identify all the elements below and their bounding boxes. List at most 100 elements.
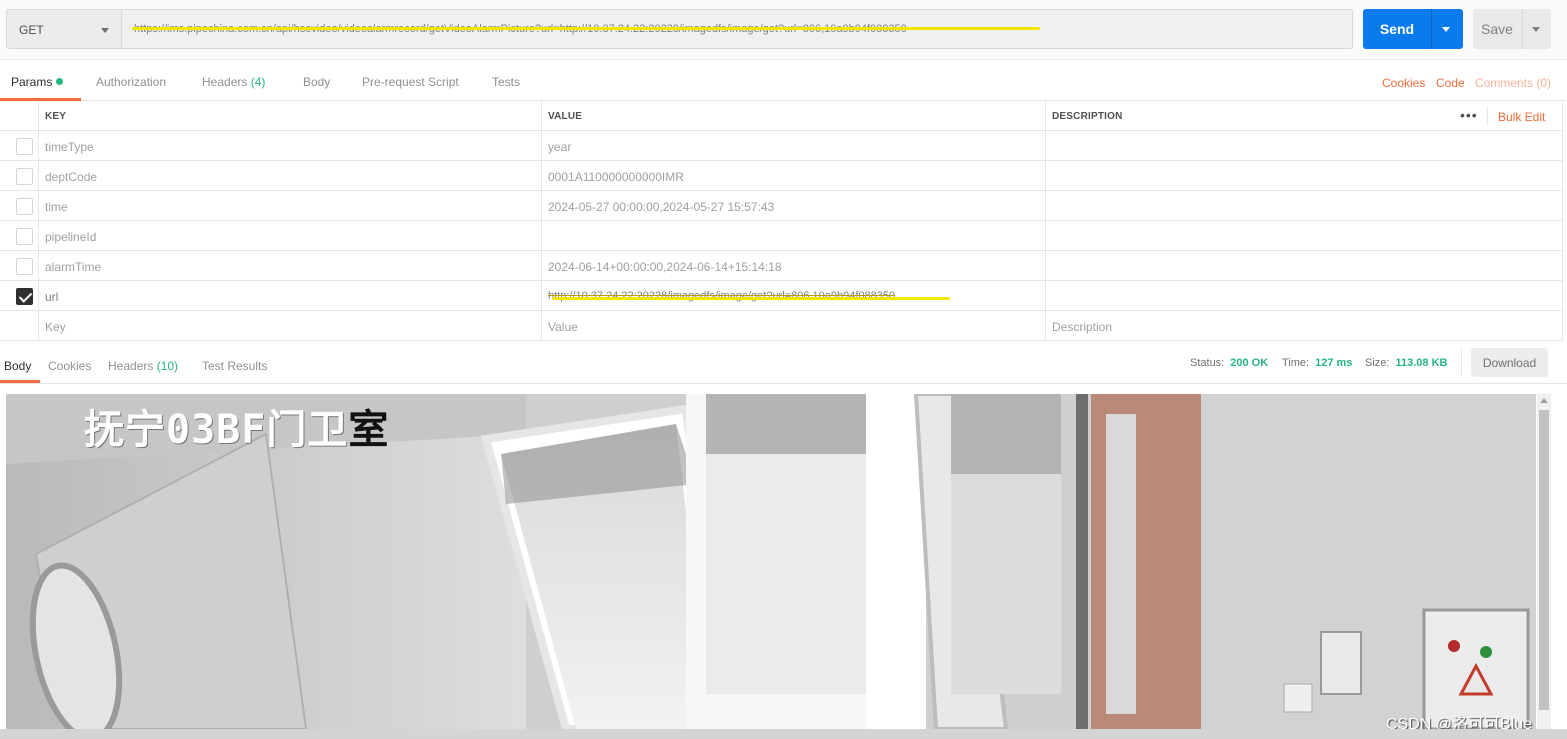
row-description-cell[interactable]	[1045, 131, 1563, 161]
wall-outlet	[1283, 683, 1313, 713]
header-description-label: DESCRIPTION	[1052, 111, 1123, 122]
indicator-red	[1448, 640, 1460, 652]
save-divider	[1522, 9, 1523, 49]
table-row: alarmTime 2024-06-14+00:00:00,2024-06-14…	[0, 251, 1563, 281]
camera-overlay-last: 室	[348, 407, 390, 453]
row-value-cell[interactable]	[541, 221, 1045, 251]
row-checkbox-checked[interactable]	[16, 288, 33, 305]
response-tab-headers-label: Headers	[108, 359, 154, 373]
response-tab-test-results[interactable]: Test Results	[202, 359, 267, 373]
header-divider	[1487, 106, 1488, 126]
method-label: GET	[19, 23, 44, 37]
time-label: Time:	[1282, 357, 1310, 369]
comments-link[interactable]: Comments (0)	[1475, 76, 1551, 90]
radiator	[1106, 414, 1136, 714]
row-value-cell[interactable]: 2024-06-14+00:00:00,2024-06-14+15:14:18	[541, 251, 1045, 281]
camera-overlay-main: 抚宁03BF门卫	[84, 407, 349, 453]
download-button[interactable]: Download	[1471, 348, 1548, 377]
horizontal-scrollbar[interactable]	[0, 729, 1567, 739]
more-options-icon[interactable]: •••	[1460, 107, 1478, 123]
row-description-cell[interactable]	[1045, 221, 1563, 251]
row-value: http://10.37.24.22:20228/imagedfs/image/…	[548, 290, 896, 302]
save-button[interactable]: Save	[1473, 9, 1551, 49]
send-options-chevron-icon[interactable]	[1442, 27, 1450, 32]
camera-overlay-text: 抚宁03BF门卫室	[84, 397, 389, 455]
scrollbar-thumb[interactable]	[1539, 410, 1549, 710]
tab-prerequest-script[interactable]: Pre-request Script	[362, 75, 459, 89]
scroll-up-arrow-icon[interactable]	[1540, 398, 1548, 403]
new-description-input[interactable]: Description	[1045, 311, 1563, 341]
row-check-cell	[0, 311, 38, 341]
row-checkbox[interactable]	[16, 198, 33, 215]
response-tab-headers-count: (10)	[156, 359, 179, 373]
tab-headers-label: Headers	[202, 75, 248, 89]
row-key-cell[interactable]: alarmTime	[38, 251, 541, 281]
request-bar: GET https://ims.pipechina.com.cn/api/hse…	[0, 0, 1567, 60]
row-check-cell	[0, 251, 38, 281]
row-checkbox[interactable]	[16, 228, 33, 245]
table-row: pipelineId	[0, 221, 1563, 251]
row-key-cell[interactable]: pipelineId	[38, 221, 541, 251]
header-key-label: KEY	[45, 111, 67, 122]
save-label: Save	[1481, 21, 1513, 37]
row-description-cell[interactable]	[1045, 191, 1563, 221]
row-value-cell[interactable]: 0001A110000000000IMR	[541, 161, 1045, 191]
row-key-cell[interactable]: timeType	[38, 131, 541, 161]
row-key-cell[interactable]: deptCode	[38, 161, 541, 191]
row-key: deptCode	[45, 170, 98, 184]
row-key: url	[45, 290, 59, 304]
row-value-cell[interactable]: 2024-05-27 00:00:00,2024-05-27 15:57:43	[541, 191, 1045, 221]
card-reader	[1320, 631, 1362, 695]
tab-body[interactable]: Body	[303, 75, 330, 89]
tab-authorization[interactable]: Authorization	[96, 75, 166, 89]
row-checkbox[interactable]	[16, 138, 33, 155]
row-check-cell	[0, 191, 38, 221]
row-description-cell[interactable]	[1045, 281, 1563, 311]
trees-center	[706, 394, 866, 454]
method-select[interactable]: GET	[6, 9, 122, 49]
size-label: Size:	[1365, 357, 1390, 369]
row-key: pipelineId	[45, 230, 97, 244]
cookies-link[interactable]: Cookies	[1382, 76, 1425, 90]
vertical-scrollbar[interactable]	[1537, 394, 1551, 729]
url-highlight-mark	[132, 27, 1040, 30]
send-button[interactable]: Send	[1363, 9, 1463, 49]
download-divider	[1461, 349, 1462, 375]
row-key-cell[interactable]: url	[38, 281, 541, 311]
row-value: 0001A110000000000IMR	[548, 170, 684, 184]
table-row: timeType year	[0, 131, 1563, 161]
bulk-edit-link[interactable]: Bulk Edit	[1498, 110, 1545, 124]
new-value-input[interactable]: Value	[541, 311, 1045, 341]
size-readout: Size: 113.08 KB	[1365, 357, 1447, 369]
tab-headers-count: (4)	[250, 75, 266, 89]
tab-params[interactable]: Params	[11, 75, 64, 89]
header-value-label: VALUE	[548, 111, 583, 122]
row-key-cell[interactable]: time	[38, 191, 541, 221]
new-param-row: Key Value Description	[0, 311, 1563, 341]
row-description-cell[interactable]	[1045, 251, 1563, 281]
response-tab-headers[interactable]: Headers (10)	[108, 359, 178, 373]
row-check-cell	[0, 131, 38, 161]
save-options-chevron-icon[interactable]	[1532, 27, 1540, 32]
code-link[interactable]: Code	[1436, 76, 1465, 90]
header-description-cell: DESCRIPTION	[1045, 101, 1563, 131]
tab-headers[interactable]: Headers (4)	[202, 75, 265, 89]
value-placeholder: Value	[548, 320, 578, 334]
row-description-cell[interactable]	[1045, 161, 1563, 191]
new-key-input[interactable]: Key	[38, 311, 541, 341]
tab-tests[interactable]: Tests	[492, 75, 520, 89]
response-bar: Body Cookies Headers (10) Test Results S…	[0, 343, 1567, 384]
row-checkbox[interactable]	[16, 168, 33, 185]
row-value-cell[interactable]: http://10.37.24.22:20228/imagedfs/image/…	[541, 281, 1045, 311]
row-checkbox[interactable]	[16, 258, 33, 275]
chevron-down-icon	[101, 28, 109, 33]
row-value-cell[interactable]: year	[541, 131, 1045, 161]
row-check-cell	[0, 281, 38, 311]
header-key-cell: KEY	[38, 101, 541, 131]
row-value: 2024-05-27 00:00:00,2024-05-27 15:57:43	[548, 200, 775, 214]
response-tab-cookies[interactable]: Cookies	[48, 359, 91, 373]
send-divider	[1431, 9, 1432, 49]
size-value: 113.08 KB	[1395, 357, 1448, 369]
status-label: Status:	[1190, 357, 1225, 369]
response-tab-body[interactable]: Body	[4, 359, 31, 373]
